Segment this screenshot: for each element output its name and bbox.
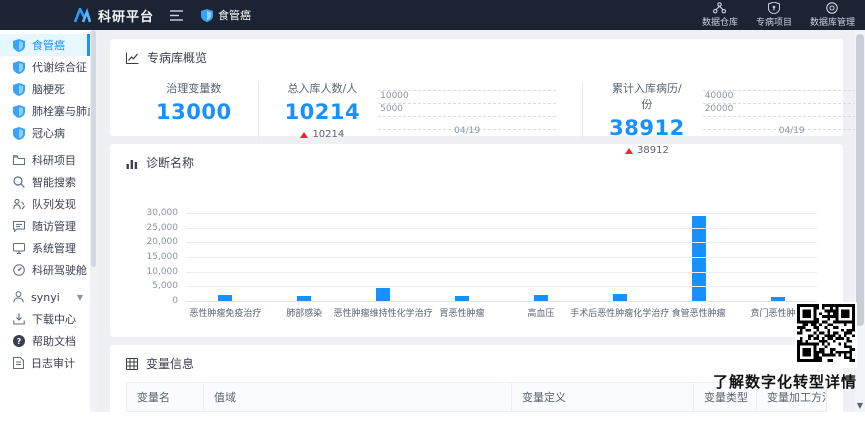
gridline	[186, 242, 817, 243]
bar-chart-plot: 恶性肿瘤免疫治疗肺部感染恶性肿瘤维持性化学治疗胃恶性肿瘤高血压手术后恶性肿瘤化学…	[186, 213, 817, 301]
bar[interactable]	[613, 294, 627, 301]
overview-title: 专病库概览	[147, 49, 207, 66]
up-triangle-icon	[625, 148, 633, 154]
bar[interactable]	[376, 288, 390, 301]
sidebar-scrollbar[interactable]	[90, 30, 97, 412]
sidebar-item-download-center[interactable]: 下载中心	[0, 308, 97, 330]
divider	[258, 82, 259, 140]
sidebar-item-metabolic-syndrome[interactable]: 代谢综合征	[0, 56, 97, 78]
qr-code	[795, 302, 857, 368]
promo-overlay: 了解数字化转型详情	[713, 302, 857, 392]
user-icon	[13, 291, 24, 303]
divider	[582, 82, 583, 140]
promo-caption: 了解数字化转型详情	[713, 371, 857, 392]
cohort-icon	[13, 198, 25, 210]
chat-icon	[13, 221, 25, 232]
app-logo-icon	[74, 8, 91, 23]
app-title: 科研平台	[98, 6, 154, 25]
database-manage-icon	[826, 2, 838, 14]
tab-esophageal-cancer[interactable]: 食管癌	[201, 7, 251, 23]
x-axis-category-label: 胃恶性肿瘤	[440, 306, 485, 319]
sidebar-item-followup-management[interactable]: 随访管理	[0, 215, 97, 237]
shield-icon	[13, 39, 25, 52]
sparkline-records: 40000 20000 04/19	[703, 86, 865, 138]
nav-database-manage[interactable]: 数据库管理	[810, 2, 855, 28]
col-variable-name: 变量名	[127, 383, 204, 412]
gridline	[186, 213, 817, 214]
gridline	[186, 286, 817, 287]
sidebar-item-pulmonary-embolism[interactable]: 肺栓塞与肺血管病	[0, 100, 97, 122]
y-axis-tick: 25,000	[147, 223, 179, 233]
chevron-down-icon: ▼	[77, 293, 83, 302]
sidebar-item-log-audit[interactable]: 日志审计	[0, 352, 97, 374]
gridline	[186, 228, 817, 229]
search-icon	[13, 176, 25, 188]
bottom-white-strip	[0, 412, 865, 421]
monitor-icon	[13, 243, 25, 254]
sidebar-item-cerebral-infarction[interactable]: 脑梗死	[0, 78, 97, 100]
gauge-icon	[13, 264, 25, 276]
y-axis-tick: 0	[172, 296, 178, 306]
sidebar-item-cohort-discovery[interactable]: 队列发现	[0, 193, 97, 215]
col-value-range: 值域	[204, 383, 512, 412]
nav-data-warehouse[interactable]: 数据仓库	[702, 2, 738, 28]
shield-icon	[201, 9, 213, 22]
help-icon: ?	[13, 335, 25, 347]
sidebar-item-help-docs[interactable]: ? 帮助文档	[0, 330, 97, 352]
bar-chart-icon	[126, 157, 138, 169]
sidebar-item-esophageal-cancer[interactable]: 食管癌	[0, 34, 97, 56]
y-axis-tick: 20,000	[147, 237, 179, 247]
cluster-icon	[713, 2, 726, 14]
header-nav: 数据仓库 专病项目 数据库管理	[702, 2, 855, 28]
sidebar-item-user-account[interactable]: synyi ▼	[0, 286, 97, 308]
overview-card: 专病库概览 治理变量数 13000 总入库人数/人 10214 10214	[110, 39, 843, 136]
table-title: 变量信息	[146, 355, 194, 372]
x-axis-category-label: 恶性肿瘤免疫治疗	[189, 306, 261, 319]
overview-title-row: 专病库概览	[126, 49, 827, 66]
x-axis-category-label: 肺部感染	[286, 306, 322, 319]
sidebar-item-research-projects[interactable]: 科研项目	[0, 149, 97, 171]
y-axis-tick: 15,000	[147, 252, 179, 262]
folder-icon	[13, 155, 25, 166]
shield-icon	[13, 105, 25, 118]
table-icon	[126, 358, 138, 370]
gridline	[186, 257, 817, 258]
chart-title-row: 诊断名称	[126, 154, 827, 171]
sidebar-item-system-management[interactable]: 系统管理	[0, 237, 97, 259]
sparkline-patients: 10000 5000 04/19	[378, 86, 556, 138]
chart-title: 诊断名称	[146, 154, 194, 171]
col-variable-definition: 变量定义	[512, 383, 694, 412]
x-axis-category-label: 高血压	[527, 306, 554, 319]
sidebar-item-smart-search[interactable]: 智能搜索	[0, 171, 97, 193]
line-chart-icon	[126, 52, 139, 64]
sidebar-item-research-cockpit[interactable]: 科研驾驶舱	[0, 259, 97, 281]
sidebar-fold-icon[interactable]	[170, 10, 183, 21]
nav-disease-project[interactable]: 专病项目	[756, 2, 792, 28]
x-axis-category-label: 手术后恶性肿瘤化学治疗	[570, 306, 669, 319]
top-header-bar: 科研平台 食管癌 数据仓库 专病项目	[0, 0, 865, 30]
shield-icon	[13, 61, 25, 74]
stat-total-records: 累计入库病历/份 38912 38912	[609, 80, 685, 156]
y-axis-tick: 10,000	[147, 267, 179, 277]
download-icon	[13, 313, 25, 325]
scrollbar-down-arrow-icon[interactable]: ▼	[855, 401, 865, 410]
y-axis-tick: 30,000	[147, 208, 179, 218]
gridline	[186, 272, 817, 273]
x-axis-category-label: 恶性肿瘤维持性化学治疗	[334, 306, 433, 319]
stat-variable-count: 治理变量数 13000	[156, 80, 232, 124]
bar[interactable]	[692, 216, 706, 301]
up-triangle-icon	[300, 132, 308, 138]
sidebar-item-coronary-heart-disease[interactable]: 冠心病	[0, 122, 97, 144]
y-axis-tick: 5,000	[152, 281, 178, 291]
shield-icon	[13, 83, 25, 96]
sidebar: 食管癌 代谢综合征 脑梗死 肺栓塞与肺血管病 冠心病 科研项目	[0, 30, 97, 412]
stat-total-patients: 总入库人数/人 10214 10214	[285, 80, 361, 140]
shield-icon	[13, 127, 25, 140]
shield-icon	[768, 2, 780, 14]
scrollbar-thumb[interactable]	[856, 34, 864, 326]
log-document-icon	[13, 357, 24, 369]
